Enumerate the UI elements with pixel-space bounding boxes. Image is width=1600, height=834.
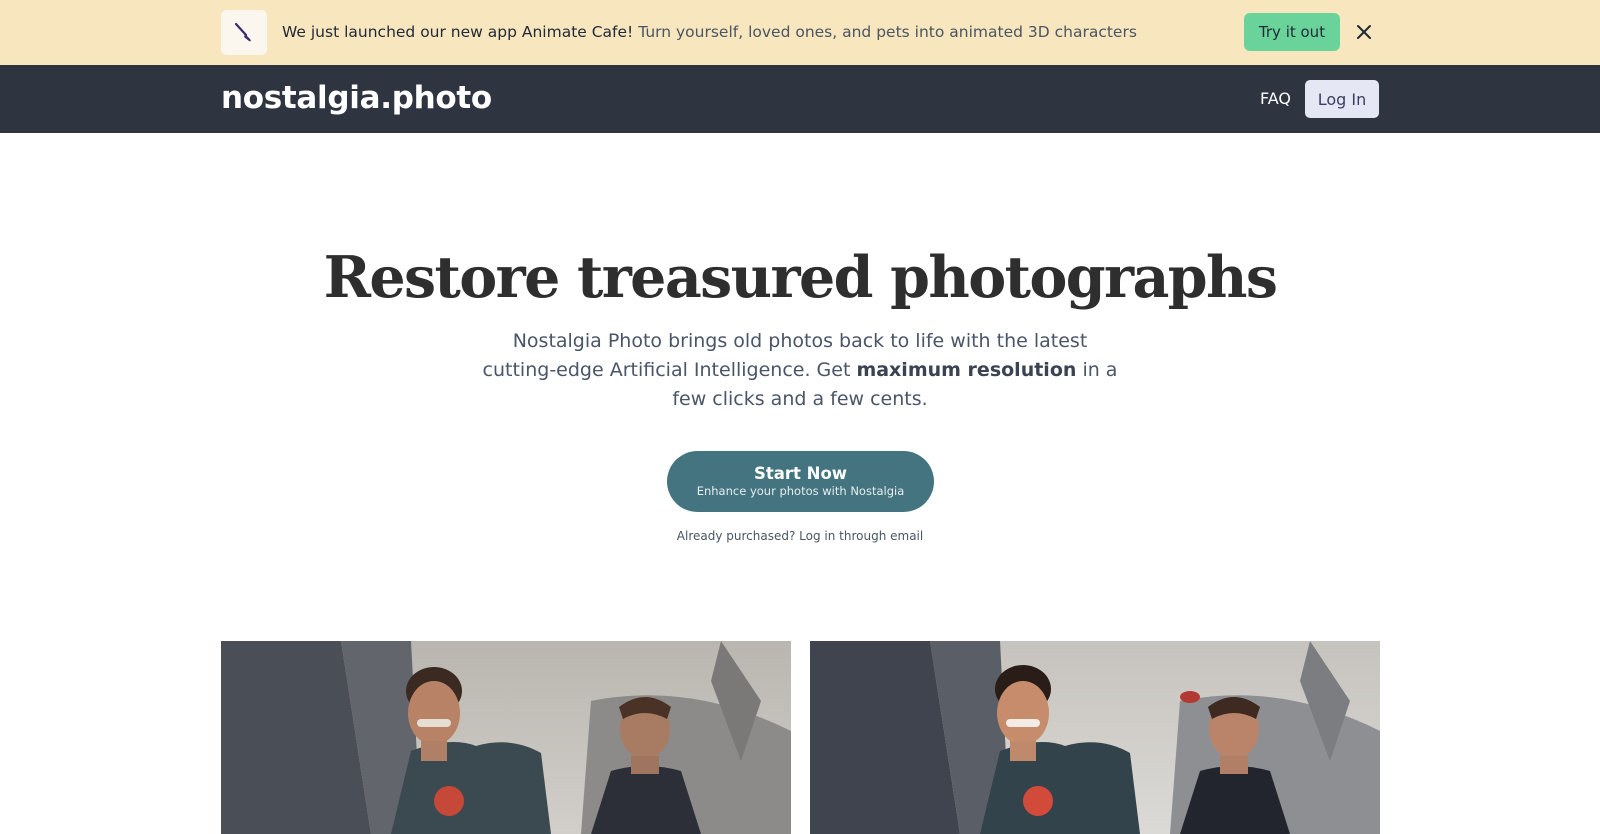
- announcement-text: We just launched our new app Animate Caf…: [282, 21, 1137, 43]
- faq-link[interactable]: FAQ: [1260, 89, 1291, 109]
- top-navigation: nostalgia.photo FAQ Log In: [0, 65, 1600, 133]
- site-logo[interactable]: nostalgia.photo: [221, 78, 492, 118]
- announcement-headline: We just launched our new app Animate Caf…: [282, 23, 634, 41]
- announcement-bar: We just launched our new app Animate Caf…: [0, 0, 1600, 65]
- start-now-button[interactable]: Start Now Enhance your photos with Nosta…: [667, 451, 934, 512]
- start-now-sublabel: Enhance your photos with Nostalgia: [696, 484, 905, 498]
- start-now-label: Start Now: [753, 464, 848, 483]
- after-photo: [810, 641, 1380, 834]
- page-title: Restore treasured photographs: [323, 244, 1278, 311]
- try-it-out-button[interactable]: Try it out: [1244, 13, 1340, 51]
- announcement-description: Turn yourself, loved ones, and pets into…: [638, 23, 1137, 41]
- paintbrush-icon: [221, 10, 267, 55]
- login-button[interactable]: Log In: [1305, 80, 1379, 118]
- hero-subtitle-bold: maximum resolution: [856, 359, 1077, 381]
- login-through-email-link[interactable]: Already purchased? Log in through email: [0, 527, 1600, 545]
- before-photo: [221, 641, 791, 834]
- close-icon[interactable]: [1353, 20, 1375, 44]
- hero-subtitle: Nostalgia Photo brings old photos back t…: [475, 327, 1125, 414]
